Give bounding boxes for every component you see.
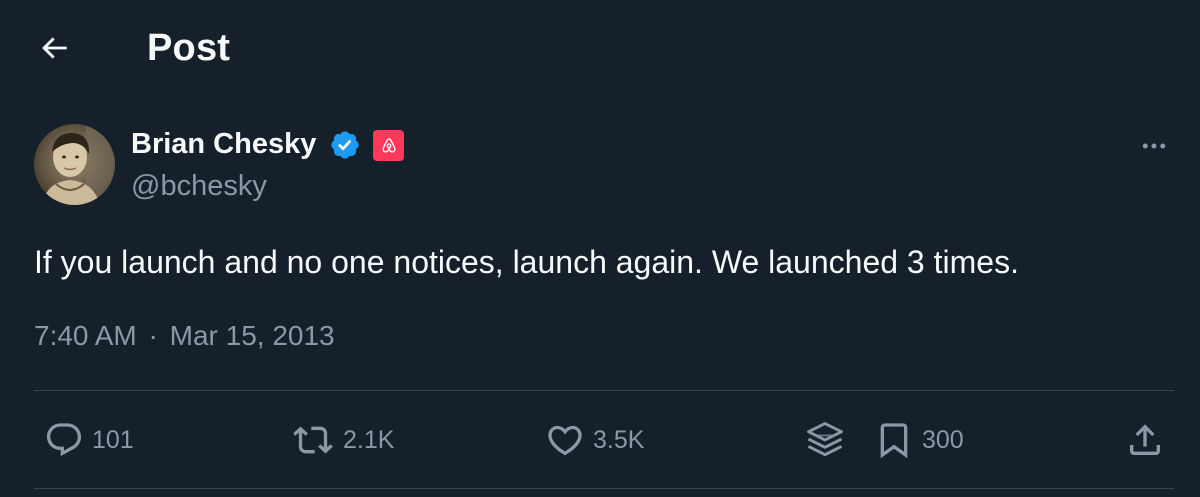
airbnb-logo-icon: [381, 137, 396, 153]
layers-icon: [807, 422, 843, 457]
share-icon: [1130, 424, 1160, 455]
author-name[interactable]: Brian Chesky: [131, 126, 316, 162]
more-options-button[interactable]: [1132, 128, 1176, 164]
page-title: Post: [147, 27, 231, 69]
bookmark-count: 300: [922, 425, 964, 454]
affiliation-badge[interactable]: [373, 130, 404, 161]
repost-icon: [293, 426, 333, 454]
tweet-timestamp: 7:40 AM · Mar 15, 2013: [34, 318, 335, 354]
heart-icon: [548, 425, 582, 456]
bookmark-button[interactable]: 300: [874, 418, 964, 462]
avatar-photo: [34, 124, 115, 205]
like-count: 3.5K: [593, 425, 645, 454]
more-horizontal-icon: [1142, 143, 1166, 149]
divider-top: [34, 390, 1174, 391]
tweet-time[interactable]: 7:40 AM: [34, 320, 137, 351]
timestamp-separator: ·: [148, 320, 158, 351]
tweet-date[interactable]: Mar 15, 2013: [170, 320, 335, 351]
bookmark-icon: [880, 423, 908, 459]
share-button[interactable]: [1125, 418, 1165, 462]
avatar[interactable]: [34, 124, 115, 205]
back-button[interactable]: [34, 28, 74, 68]
repost-count: 2.1K: [343, 425, 395, 454]
like-button[interactable]: 3.5K: [545, 418, 644, 462]
verified-badge-icon: [331, 131, 359, 159]
tweet-text: If you launch and no one notices, launch…: [34, 244, 1019, 280]
author-handle[interactable]: @bchesky: [131, 168, 267, 204]
grok-actions-button[interactable]: [803, 418, 847, 462]
repost-button[interactable]: 2.1K: [291, 418, 394, 462]
reply-button[interactable]: 101: [44, 418, 134, 462]
post-header: Post: [0, 0, 1200, 96]
arrow-left-icon: [42, 37, 67, 59]
divider-bottom: [34, 488, 1174, 489]
reply-count: 101: [92, 425, 134, 454]
reply-icon: [46, 423, 82, 457]
post-page: Post Brian Chesky @bchesky If you launch…: [0, 0, 1200, 497]
